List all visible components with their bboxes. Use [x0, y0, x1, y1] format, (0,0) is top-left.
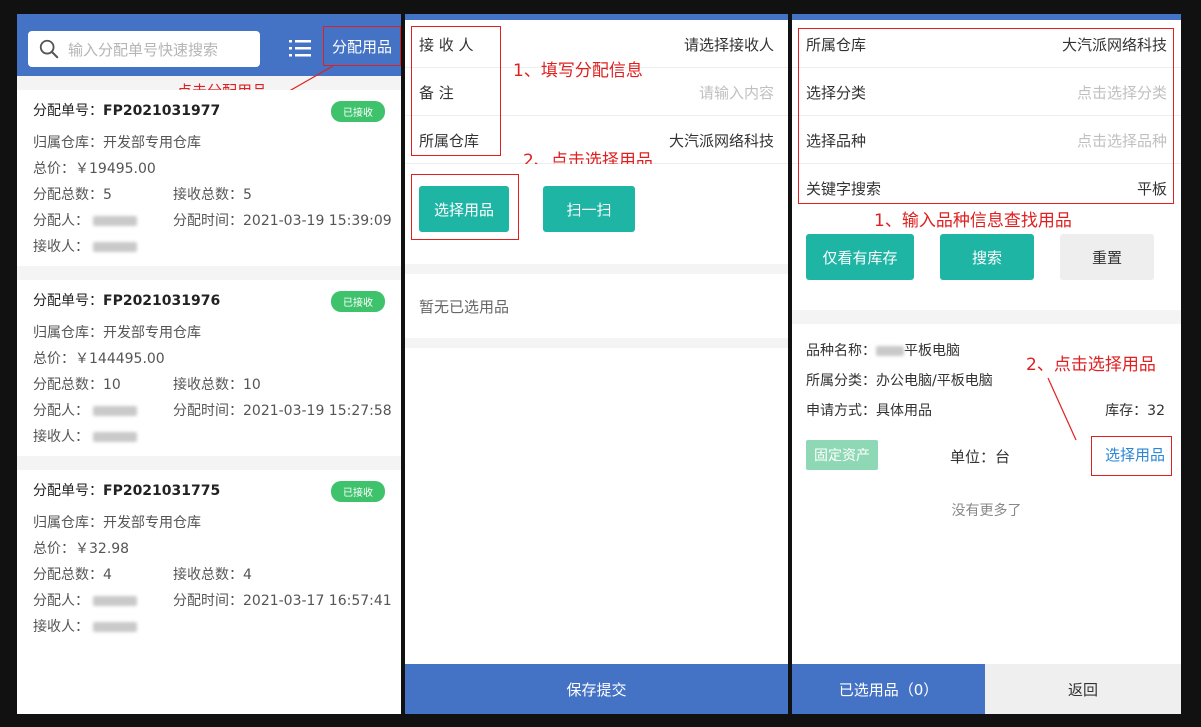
- search-placeholder: 输入分配单号快速搜索: [68, 40, 219, 59]
- reset-button[interactable]: 重置: [1060, 234, 1154, 280]
- assign-time-text: 分配时间：2021-03-17 16:57:41: [173, 593, 392, 609]
- item-unit: 单位：台: [950, 448, 1011, 466]
- warehouse-text: 归属仓库：开发部专用仓库: [33, 325, 201, 341]
- number-label: 分配单号：: [33, 483, 103, 499]
- in-stock-only-button[interactable]: 仅看有库存: [806, 234, 914, 280]
- annotation-arrow: [1047, 377, 1077, 441]
- item-category: 所属分类：办公电脑/平板电脑: [806, 373, 993, 389]
- assign-form-screen: 接 收 人 请选择接收人 备 注 请输入内容 所属仓库 大汽派网络科技 1、填写…: [405, 14, 788, 714]
- assignment-card[interactable]: 分配单号：FP2021031976 已接收 归属仓库：开发部专用仓库 总价：￥1…: [17, 280, 401, 456]
- blurred-name: [93, 432, 137, 442]
- remark-input[interactable]: 请输入内容: [699, 82, 774, 103]
- search-button[interactable]: 搜索: [940, 234, 1034, 280]
- empty-text: 暂无已选用品: [419, 298, 510, 316]
- warehouse-text: 归属仓库：开发部专用仓库: [33, 515, 201, 531]
- assign-time-text: 分配时间：2021-03-19 15:27:58: [173, 403, 392, 419]
- assignment-card[interactable]: 分配单号：FP2021031775 已接收 归属仓库：开发部专用仓库 总价：￥3…: [17, 470, 401, 714]
- assignment-number: FP2021031976: [103, 293, 221, 309]
- receiver-value[interactable]: 请选择接收人: [684, 34, 774, 55]
- select-supplies-screen: 所属仓库 大汽派网络科技 选择分类 点击选择分类 选择品种 点击选择品种 关键字…: [792, 14, 1181, 714]
- screenshot-frame: 输入分配单号快速搜索 分配用品 点击分配用品 分配单号：FP2021031977…: [0, 0, 1201, 727]
- blurred-name: [93, 242, 137, 252]
- blurred-name: [93, 216, 137, 226]
- receiver-label: 接收人：: [33, 239, 89, 255]
- no-more-text: 没有更多了: [951, 503, 1022, 519]
- blurred-name: [93, 406, 137, 416]
- total-price-text: 总价：￥144495.00: [33, 351, 165, 367]
- receive-count-text: 接收总数：5: [173, 187, 252, 203]
- scan-button[interactable]: 扫一扫: [543, 186, 635, 232]
- annotation-box-select-link: [1091, 436, 1172, 476]
- warehouse-value[interactable]: 大汽派网络科技: [669, 130, 774, 151]
- blurred-name: [93, 596, 137, 606]
- assign-count-text: 分配总数：4: [33, 567, 112, 583]
- assign-count-text: 分配总数：5: [33, 187, 112, 203]
- receiver-label: 接收人：: [33, 429, 89, 445]
- receive-count-text: 接收总数：4: [173, 567, 252, 583]
- assignment-number: FP2021031977: [103, 103, 221, 119]
- assigner-label: 分配人：: [33, 403, 89, 419]
- assignment-card[interactable]: 分配单号：FP2021031977 已接收 归属仓库：开发部专用仓库 总价：￥1…: [17, 90, 401, 266]
- receiver-label: 接收人：: [33, 619, 89, 635]
- content-area: [405, 348, 788, 664]
- list-header: 输入分配单号快速搜索 分配用品: [17, 14, 401, 76]
- item-stock: 库存：32: [1105, 403, 1165, 419]
- status-badge: 已接收: [331, 291, 385, 312]
- annotation-fill-info: 1、填写分配信息: [513, 61, 643, 81]
- back-button[interactable]: 返回: [985, 664, 1181, 714]
- item-name-label: 品种名称：: [806, 343, 876, 359]
- blurred-brand: [876, 346, 904, 356]
- selected-list-empty: 暂无已选用品: [405, 274, 788, 338]
- list-menu-icon[interactable]: [289, 39, 311, 57]
- total-price-text: 总价：￥19495.00: [33, 161, 156, 177]
- search-input[interactable]: 输入分配单号快速搜索: [28, 31, 260, 67]
- assigner-label: 分配人：: [33, 213, 89, 229]
- number-label: 分配单号：: [33, 103, 103, 119]
- selected-supplies-button[interactable]: 已选用品（0）: [792, 664, 985, 714]
- fixed-asset-tag: 固定资产: [806, 440, 878, 470]
- annotation-box-labels: [411, 26, 501, 156]
- receive-count-text: 接收总数：10: [173, 377, 261, 393]
- assignment-list-screen: 输入分配单号快速搜索 分配用品 点击分配用品 分配单号：FP2021031977…: [17, 14, 401, 714]
- item-apply-method: 申请方式：具体用品: [806, 403, 932, 419]
- assign-supplies-button[interactable]: 分配用品: [323, 26, 401, 66]
- search-icon: [39, 39, 59, 59]
- number-label: 分配单号：: [33, 293, 103, 309]
- list-end: 没有更多了: [792, 482, 1181, 664]
- assign-time-text: 分配时间：2021-03-19 15:39:09: [173, 213, 392, 229]
- status-badge: 已接收: [331, 101, 385, 122]
- total-price-text: 总价：￥32.98: [33, 541, 130, 557]
- status-badge: 已接收: [331, 481, 385, 502]
- annotation-box-filters: [798, 28, 1174, 204]
- annotation-box-select: [411, 174, 519, 240]
- annotation-input-info: 1、输入品种信息查找用品: [874, 211, 1072, 231]
- assign-count-text: 分配总数：10: [33, 377, 121, 393]
- assignment-number: FP2021031775: [103, 483, 221, 499]
- annotation-click-select: 2、点击选择用品: [1026, 355, 1156, 375]
- blurred-name: [93, 622, 137, 632]
- item-name: 平板电脑: [904, 343, 960, 359]
- assigner-label: 分配人：: [33, 593, 89, 609]
- save-submit-button[interactable]: 保存提交: [405, 664, 788, 714]
- warehouse-text: 归属仓库：开发部专用仓库: [33, 135, 201, 151]
